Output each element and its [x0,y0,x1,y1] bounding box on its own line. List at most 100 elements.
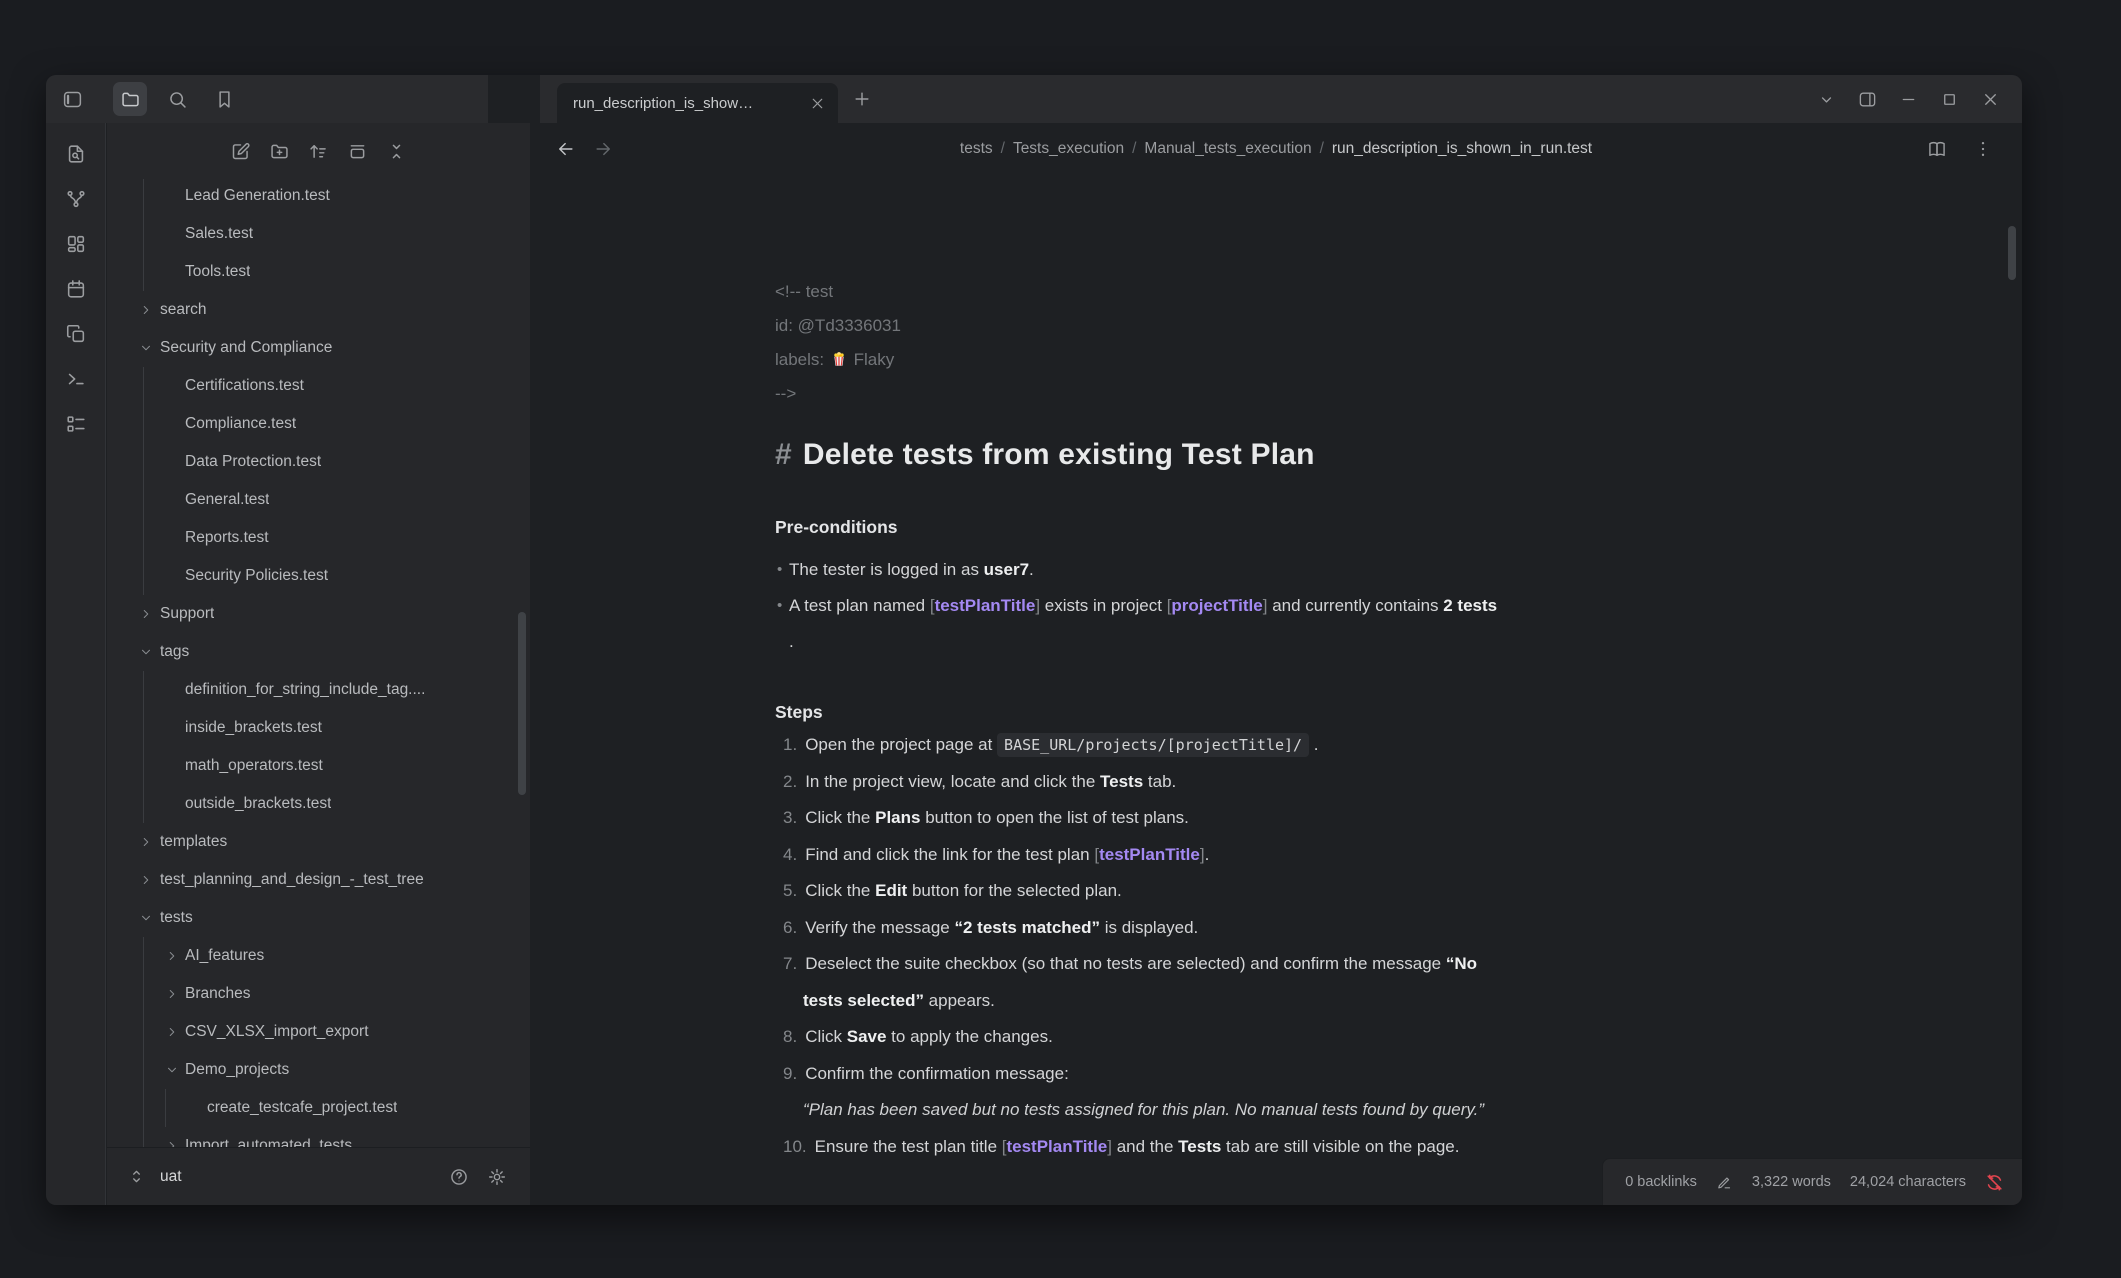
tree-item-file[interactable]: outside_brackets.test [107,785,530,823]
edit-note-icon[interactable] [225,135,257,167]
file-search-icon[interactable] [59,137,93,171]
folder-icon[interactable] [113,82,147,116]
internal-link[interactable]: testPlanTitle [935,596,1036,615]
indent-guide [143,747,144,785]
vault-name[interactable]: uat [160,1168,444,1186]
word-count[interactable]: 3,322 words [1752,1174,1831,1190]
tree-item-folder[interactable]: templates [107,823,530,861]
editor-pane: tests/Tests_execution/Manual_tests_execu… [530,123,2022,1205]
sort-asc-icon[interactable] [303,135,335,167]
folder-plus-icon[interactable] [264,135,296,167]
new-tab-icon[interactable] [852,89,872,109]
tree-item-folder[interactable]: Security and Compliance [107,329,530,367]
chevron-right-icon[interactable] [139,607,153,621]
bookmark-icon[interactable] [207,82,241,116]
tree-item-file[interactable]: Compliance.test [107,405,530,443]
tree-item-file[interactable]: Sales.test [107,215,530,253]
breadcrumb[interactable]: tests/Tests_execution/Manual_tests_execu… [650,123,1902,175]
indent-guide [143,785,144,823]
chevron-right-icon[interactable] [165,1139,179,1147]
chevron-down-icon[interactable] [165,1063,179,1077]
more-vertical-icon[interactable] [1966,132,2000,166]
tree-item-file[interactable]: Lead Generation.test [107,179,530,215]
titlebar-notch [488,75,540,123]
backlinks-count[interactable]: 0 backlinks [1625,1174,1697,1190]
help-circle-icon[interactable] [444,1162,474,1192]
tree-item-file[interactable]: Security Policies.test [107,557,530,595]
tree-item-folder[interactable]: test_planning_and_design_-_test_tree [107,861,530,899]
canvas-icon[interactable] [59,227,93,261]
search-icon[interactable] [160,82,194,116]
breadcrumb-segment[interactable]: tests [960,140,993,157]
list-checks-icon[interactable] [59,407,93,441]
tree-item-folder[interactable]: Demo_projects [107,1051,530,1089]
sidebar-scrollbar[interactable] [518,612,526,795]
internal-link[interactable]: testPlanTitle [1099,845,1200,864]
window-minimize-icon[interactable] [1892,83,1924,115]
tree-item-file[interactable]: definition_for_string_include_tag.... [107,671,530,709]
breadcrumb-separator: / [1132,140,1136,157]
tree-item-file[interactable]: Data Protection.test [107,443,530,481]
internal-link[interactable]: projectTitle [1171,596,1262,615]
tree-item-folder[interactable]: AI_features [107,937,530,975]
chevron-down-icon[interactable] [139,341,153,355]
tree-item-label: Security and Compliance [160,329,332,367]
tree-item-file[interactable]: General.test [107,481,530,519]
terminal-icon[interactable] [59,362,93,396]
indent-guide [143,481,144,519]
tree-item-folder[interactable]: tags [107,633,530,671]
chevron-right-icon[interactable] [165,987,179,1001]
editor-scrollbar[interactable] [2008,226,2016,280]
chevron-right-icon[interactable] [165,1025,179,1039]
close-tab-icon[interactable] [809,95,826,112]
indent-guide [143,367,144,405]
tree-item-folder[interactable]: search [107,291,530,329]
internal-link[interactable]: testPlanTitle [1006,1137,1107,1156]
step-item: 8.Click Save to apply the changes. [775,1019,1775,1056]
chevron-right-icon[interactable] [139,835,153,849]
tree-item-folder[interactable]: CSV_XLSX_import_export [107,1013,530,1051]
edit-mode-icon[interactable] [1716,1174,1733,1191]
tree-item-file[interactable]: Reports.test [107,519,530,557]
tree-item-file[interactable]: inside_brackets.test [107,709,530,747]
window-close-icon[interactable] [1974,83,2006,115]
copy-icon[interactable] [59,317,93,351]
tree-item-file[interactable]: Tools.test [107,253,530,291]
nav-arrows [556,123,613,175]
back-arrow-icon[interactable] [556,139,576,159]
book-open-icon[interactable] [1920,132,1954,166]
active-tab[interactable]: run_description_is_show… [557,83,838,123]
collapse-all-icon[interactable] [381,135,413,167]
chevron-down-icon[interactable] [139,911,153,925]
calendar-icon[interactable] [59,272,93,306]
tree-item-file[interactable]: create_testcafe_project.test [107,1089,530,1127]
window-maximize-icon[interactable] [1933,83,1965,115]
chevron-down-icon[interactable] [1810,83,1842,115]
tree-item-file[interactable]: Certifications.test [107,367,530,405]
step-item: 5.Click the Edit button for the selected… [775,873,1775,910]
tree-item-folder[interactable]: Branches [107,975,530,1013]
bullet-item: The tester is logged in as user7. [775,552,1775,588]
reveal-file-icon[interactable] [342,135,374,167]
chevron-right-icon[interactable] [139,303,153,317]
graph-icon[interactable] [59,182,93,216]
tree-item-folder[interactable]: tests [107,899,530,937]
layout-sidebar-right-icon[interactable] [1851,83,1883,115]
vault-switcher-icon[interactable] [127,1167,146,1186]
heading-text: Delete tests from existing Test Plan [803,438,1315,471]
chevron-right-icon[interactable] [165,949,179,963]
forward-arrow-icon[interactable] [593,139,613,159]
breadcrumb-segment[interactable]: Tests_execution [1013,140,1124,157]
frontmatter-comment: <!-- testid: @Td3336031labels: Flaky--> [775,275,1775,411]
chevron-right-icon[interactable] [139,873,153,887]
breadcrumb-segment[interactable]: Manual_tests_execution [1144,140,1311,157]
tree-item-file[interactable]: math_operators.test [107,747,530,785]
sync-disabled-icon[interactable] [1985,1173,2004,1192]
tree-item-folder[interactable]: Support [107,595,530,633]
character-count[interactable]: 24,024 characters [1850,1174,1966,1190]
layout-sidebar-left-icon[interactable] [55,82,89,116]
chevron-down-icon[interactable] [139,645,153,659]
breadcrumb-segment[interactable]: run_description_is_shown_in_run.test [1332,140,1592,157]
tree-item-folder[interactable]: Import_automated_tests [107,1127,530,1147]
settings-gear-icon[interactable] [482,1162,512,1192]
